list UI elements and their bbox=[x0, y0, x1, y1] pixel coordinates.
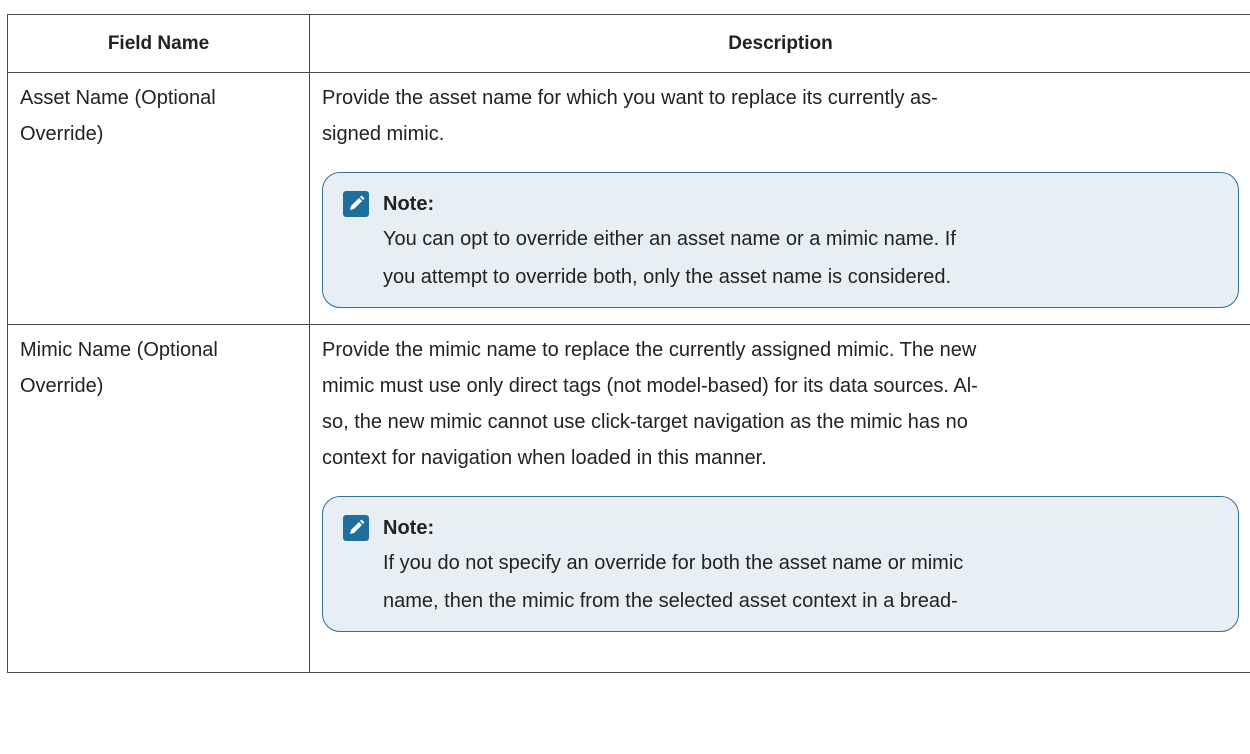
note-header: Note: bbox=[343, 189, 1220, 219]
field-name-line: Override) bbox=[20, 123, 104, 145]
field-name-cell: Asset Name (Optional Override) bbox=[7, 72, 310, 325]
field-name-line: Override) bbox=[20, 375, 104, 397]
description-line: mimic must use only direct tags (not mod… bbox=[322, 375, 978, 397]
description-line: so, the new mimic cannot use click-targe… bbox=[322, 411, 968, 433]
note-text-line: you attempt to override both, only the a… bbox=[383, 266, 952, 288]
note-text-line: If you do not specify an override for bo… bbox=[383, 552, 964, 574]
description-line: context for navigation when loaded in th… bbox=[322, 447, 767, 469]
table-row: Asset Name (Optional Override) Provide t… bbox=[7, 72, 1250, 325]
pencil-note-icon bbox=[343, 191, 369, 217]
description-header: Description bbox=[309, 14, 1250, 73]
note-label: Note: bbox=[383, 517, 435, 539]
table-row: Mimic Name (Optional Override) Provide t… bbox=[7, 324, 1250, 673]
description-line: Provide the mimic name to replace the cu… bbox=[322, 339, 977, 361]
note-text-line: name, then the mimic from the selected a… bbox=[383, 590, 958, 612]
pencil-note-icon bbox=[343, 515, 369, 541]
field-name-cell: Mimic Name (Optional Override) bbox=[7, 324, 310, 673]
description-cell: Provide the mimic name to replace the cu… bbox=[309, 324, 1250, 673]
note-box: Note: If you do not specify an override … bbox=[322, 496, 1239, 632]
note-label: Note: bbox=[383, 193, 435, 215]
field-name-line: Mimic Name (Optional bbox=[20, 339, 218, 361]
note-box: Note: You can opt to override either an … bbox=[322, 172, 1239, 308]
description-cell: Provide the asset name for which you wan… bbox=[309, 72, 1250, 325]
field-description-table: Field Name Description Asset Name (Optio… bbox=[7, 14, 1250, 673]
table-header-row: Field Name Description bbox=[7, 14, 1250, 73]
field-name-header: Field Name bbox=[7, 14, 310, 73]
description-line: signed mimic. bbox=[322, 123, 445, 145]
field-name-line: Asset Name (Optional bbox=[20, 87, 216, 109]
description-line: Provide the asset name for which you wan… bbox=[322, 87, 938, 109]
note-header: Note: bbox=[343, 513, 1220, 543]
note-text-line: You can opt to override either an asset … bbox=[383, 228, 956, 250]
